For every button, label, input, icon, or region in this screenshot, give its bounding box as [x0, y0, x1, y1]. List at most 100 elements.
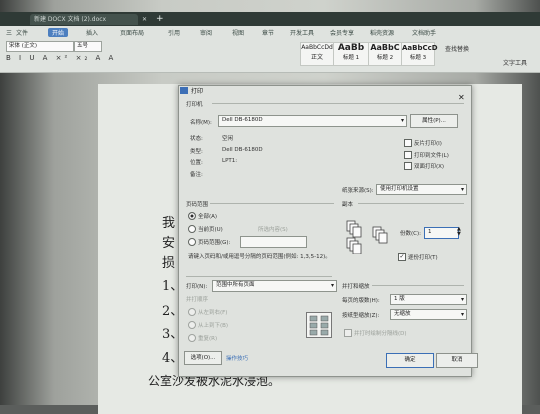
order-tb-radio[interactable]: [188, 321, 196, 329]
current-page-radio[interactable]: [188, 225, 196, 233]
copies-section-label: 副本: [342, 202, 354, 208]
printer-name-select[interactable]: Dell DB-6180D: [218, 115, 407, 127]
options-button[interactable]: 选项(O)...: [184, 351, 222, 365]
divider: [186, 276, 332, 277]
copies-spinner[interactable]: ▲ ▼: [457, 227, 461, 237]
duplex-label: 双面打印(X): [414, 164, 445, 170]
tab-view[interactable]: 视图: [232, 28, 244, 37]
page-range-input[interactable]: [240, 236, 307, 248]
page-range-section-label: 页码范围: [186, 202, 209, 208]
order-lr-radio[interactable]: [188, 308, 196, 316]
cancel-button[interactable]: 取消: [436, 353, 478, 368]
tab-layout[interactable]: 页面布局: [120, 28, 144, 37]
style-label: 标题 2: [376, 55, 394, 61]
printer-name-label: 名称(M):: [190, 120, 212, 126]
print-to-file-checkbox[interactable]: [404, 151, 412, 159]
collate-label: 逐份打印(T): [408, 255, 438, 261]
tab-insert[interactable]: 插入: [86, 28, 98, 37]
page-range-hint: 请键入页码和/或用逗号分隔的页码范围(例如: 1,3,5-12)。: [188, 254, 331, 260]
order-lr-label: 从左到右(F): [198, 310, 228, 316]
tab-assistant[interactable]: 文档助手: [412, 28, 436, 37]
tab-references[interactable]: 引用: [168, 28, 180, 37]
page-range-label: 页码范围(G):: [198, 240, 231, 246]
printer-section-label: 打印机: [186, 102, 203, 108]
print-what-label: 打印(N):: [186, 284, 208, 290]
text-tool-button[interactable]: 文字工具: [503, 58, 527, 67]
copies-input[interactable]: 1: [424, 227, 459, 239]
selection-label: 所选内容(S): [258, 227, 288, 233]
style-sample: AaBbCcD: [402, 44, 438, 52]
style-sample: AaBbCcDd: [301, 44, 333, 51]
where-value: LPT1:: [222, 158, 238, 164]
where-label: 位置:: [190, 160, 203, 166]
duplex-checkbox[interactable]: [404, 162, 412, 170]
doc-text-line: 安: [162, 236, 176, 251]
style-label: 标题 3: [409, 55, 427, 61]
tab-docer[interactable]: 稻壳资源: [370, 28, 394, 37]
all-pages-label: 全部(A): [198, 214, 218, 220]
font-name-select[interactable]: 宋体 (正文): [6, 41, 74, 52]
comment-label: 备注:: [190, 172, 203, 178]
dialog-title: 打印: [191, 88, 204, 95]
style-label: 标题 1: [342, 55, 360, 61]
print-to-file-label: 打印到文件(L): [414, 153, 449, 159]
all-pages-radio[interactable]: [188, 212, 196, 220]
page-range-radio[interactable]: [188, 238, 196, 246]
print-app-icon: [180, 87, 188, 94]
font-size-select[interactable]: 五号: [74, 41, 102, 52]
draw-border-checkbox[interactable]: [344, 329, 352, 337]
document-tab[interactable]: 新建 DOCX 文档 (2).docx: [30, 14, 138, 25]
doc-text-line: 我: [162, 216, 176, 231]
type-label: 类型:: [190, 149, 203, 155]
pages-per-sheet-select[interactable]: 1 版: [390, 294, 467, 305]
scale-label: 按纸型缩放(Z):: [342, 313, 380, 319]
tab-file[interactable]: 文件: [16, 28, 28, 37]
tab-review[interactable]: 审阅: [200, 28, 212, 37]
style-heading-3[interactable]: AaBbCcD 标题 3: [401, 42, 438, 66]
style-heading-1[interactable]: AaBb 标题 1: [333, 42, 369, 66]
properties-button[interactable]: 属性(P)...: [410, 114, 458, 128]
paper-source-label: 纸张来源(S):: [342, 188, 374, 194]
style-sample: AaBbC: [370, 43, 400, 52]
tab-section[interactable]: 章节: [262, 28, 274, 37]
divider: [358, 203, 464, 204]
tab-close-icon[interactable]: ✕: [138, 14, 151, 25]
menu-icon[interactable]: 三: [6, 28, 12, 37]
type-value: Dell DB-6180D: [222, 147, 263, 153]
status-value: 空闲: [222, 136, 234, 142]
collate-checkbox[interactable]: ✓: [398, 253, 406, 261]
style-heading-2[interactable]: AaBbC 标题 2: [368, 42, 402, 66]
print-order-label: 并打顺序: [186, 297, 209, 303]
divider: [372, 285, 464, 286]
tab-developer[interactable]: 开发工具: [290, 28, 314, 37]
format-toolbar[interactable]: B I U A ×² ×₂ A A: [6, 54, 116, 62]
order-tb-label: 从上到下(B): [198, 323, 229, 329]
tab-home[interactable]: 开始: [48, 28, 69, 37]
scale-select[interactable]: 无缩放: [390, 309, 467, 320]
print-what-select[interactable]: 范围中所有页面: [212, 280, 337, 292]
current-page-label: 当前页(U): [198, 227, 223, 233]
collate-preview-icon: [346, 220, 372, 255]
close-icon[interactable]: ✕: [458, 93, 465, 102]
zoom-section-label: 并打和缩放: [342, 284, 370, 290]
find-replace-button[interactable]: 查找替换: [445, 44, 469, 53]
divider: [212, 103, 464, 104]
ok-button[interactable]: 确定: [386, 353, 434, 368]
reverse-print-checkbox[interactable]: [404, 139, 412, 147]
doc-text-line: 损: [162, 256, 176, 271]
divider: [210, 203, 334, 204]
tab-member[interactable]: 会员专享: [330, 28, 354, 37]
new-tab-button[interactable]: +: [152, 14, 168, 25]
paper-source-select[interactable]: 使用打印机设置: [376, 184, 467, 195]
style-sample: AaBb: [337, 43, 365, 53]
order-repeat-radio[interactable]: [188, 334, 196, 342]
draw-border-label: 并打时绘制分隔线(D): [354, 331, 407, 337]
style-label: 正文: [310, 54, 323, 61]
reverse-print-label: 反片打印(I): [414, 141, 442, 147]
order-preview-icon: [306, 312, 332, 338]
copies-label: 份数(C):: [400, 231, 421, 237]
pages-per-sheet-label: 每页的版数(H):: [342, 298, 380, 304]
style-normal[interactable]: AaBbCcDd 正文: [300, 42, 334, 66]
tips-link[interactable]: 操作技巧: [226, 354, 248, 362]
order-repeat-label: 重复(R): [198, 336, 218, 342]
